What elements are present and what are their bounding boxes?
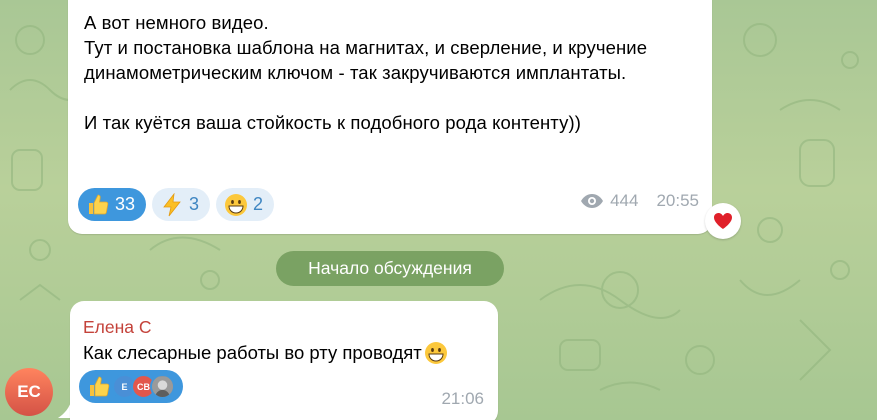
discussion-start-label: Начало обсуждения — [276, 251, 504, 286]
post-reactions: 33 3 2 — [78, 188, 275, 221]
post-line: И так куётся ваша стойкость к подобного … — [84, 112, 581, 133]
reaction-count: 2 — [253, 194, 264, 214]
channel-post[interactable]: А вот немного видео. Тут и постановка ша… — [68, 0, 712, 234]
reaction-count: 3 — [189, 194, 200, 214]
eye-icon — [581, 194, 604, 208]
thumbs-up-icon — [86, 374, 112, 400]
post-meta: 444 20:55 — [580, 191, 699, 211]
comment-message[interactable]: Елена С Как слесарные работы во рту пров… — [70, 301, 498, 420]
post-line: А вот немного видео. — [84, 12, 269, 33]
post-time: 20:55 — [656, 191, 699, 210]
post-text: А вот немного видео. Тут и постановка ша… — [84, 10, 704, 135]
sender-avatar[interactable]: ЕС — [5, 368, 53, 416]
view-count: 444 — [610, 191, 639, 210]
comment-reaction-thumbs-up[interactable]: Е СВ — [79, 370, 183, 403]
reaction-lightning[interactable]: 3 — [152, 188, 211, 221]
reactor-avatar-photo — [150, 374, 175, 399]
grinning-face-icon — [424, 342, 447, 364]
thumbs-up-icon — [85, 192, 111, 218]
post-line: динамометрическим ключом - так закручива… — [84, 62, 627, 83]
comment-time: 21:06 — [441, 389, 484, 408]
lightning-icon — [159, 192, 185, 218]
reaction-count: 33 — [115, 194, 136, 214]
reaction-grin[interactable]: 2 — [216, 188, 275, 221]
grinning-face-icon — [223, 192, 249, 218]
reaction-thumbs-up[interactable]: 33 — [78, 188, 147, 221]
red-heart-icon — [714, 213, 732, 229]
comment-text-row: Как слесарные работы во рту проводят — [83, 341, 448, 365]
comment-text: Как слесарные работы во рту проводят — [83, 342, 422, 363]
my-reaction-badge[interactable] — [705, 203, 741, 239]
comment-author[interactable]: Елена С — [83, 317, 152, 338]
post-line: Тут и постановка шаблона на магнитах, и … — [84, 37, 648, 58]
